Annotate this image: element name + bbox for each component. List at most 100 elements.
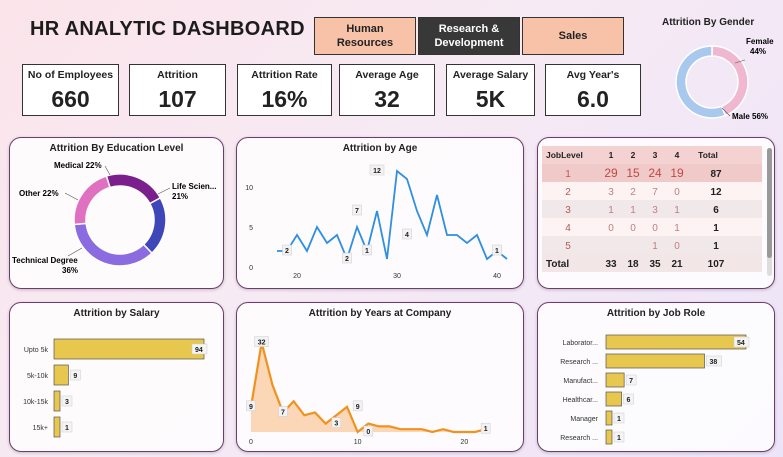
kpi-value: 660 (51, 86, 90, 112)
bar-category-label: 15k+ (33, 425, 48, 432)
dashboard-title: HR ANALYTIC DASHBOARD (30, 18, 305, 40)
joblevel-matrix: JobLevel 1 2 3 4 Total1 29 15 24 19 872 3 2 7 0 123 1 1 3 1… (542, 146, 762, 272)
age-data-label: 1 (495, 248, 499, 255)
tab-research-development[interactable]: Research & Development (418, 17, 520, 55)
table-total-label: Total (546, 259, 569, 270)
table-column-header: Total (698, 150, 718, 160)
years-xtick: 20 (460, 439, 468, 446)
kpi-value: 6.0 (577, 86, 609, 112)
donut-slice-other[interactable] (73, 175, 111, 226)
bar[interactable] (605, 372, 625, 388)
table-row-total: 6 (713, 205, 719, 216)
table-row-level: 2 (565, 187, 571, 198)
kpi-label: Avg Year's (566, 69, 620, 81)
years-xtick: 0 (249, 439, 253, 446)
bar-category-label: Research ... (560, 435, 598, 442)
bar[interactable] (53, 416, 61, 438)
bar[interactable] (605, 334, 747, 350)
donut-slice-medical[interactable] (105, 173, 162, 205)
jobrole-panel: Attrition by Job Role Laborator... 54 Rese… (537, 302, 775, 452)
age-data-label: 7 (355, 208, 359, 215)
bar[interactable] (53, 390, 61, 412)
table-cell: 1 (674, 205, 680, 216)
table-cell: 15 (626, 166, 640, 180)
years-data-label: 9 (249, 404, 253, 411)
kpi-avg-years: Avg Year's 6.0 (545, 64, 641, 116)
table-scrollbar-thumb[interactable] (767, 148, 772, 258)
table-cell: 0 (674, 187, 680, 198)
age-data-label: 2 (285, 248, 289, 255)
table-grand-total: 107 (708, 259, 725, 270)
joblevel-panel: JobLevel 1 2 3 4 Total 1 29 15 24 19 87 2 3 2 7 0 12 3 1 1 3 1… (537, 137, 775, 289)
bar-value-label: 9 (73, 373, 77, 380)
table-scrollbar[interactable] (767, 148, 772, 276)
kpi-label: Average Salary (452, 69, 529, 81)
age-ytick: 10 (245, 185, 253, 192)
kpi-attrition-rate: Attrition Rate 16% (237, 64, 332, 116)
gender-label-female: Female 44% (746, 37, 774, 56)
jobrole-bar-chart: Laborator... 54 Research ... 38 Manufact... 7… (560, 334, 750, 445)
tab-sales[interactable]: Sales (522, 17, 624, 55)
age-series-line[interactable] (277, 169, 508, 262)
table-row-total: 87 (710, 169, 722, 180)
bar-value-label: 1 (65, 425, 69, 432)
table-column-header: 1 (609, 150, 614, 160)
bar-value-label: 1 (617, 416, 621, 423)
table-column-header: 4 (675, 150, 680, 160)
bar-value-label: 94 (195, 347, 203, 354)
bar-value-label: 6 (627, 397, 631, 404)
tab-human-resources[interactable]: Human Resources (314, 17, 416, 55)
kpi-label: Average Age (355, 69, 419, 81)
salary-panel: Attrition by Salary Upto 5k 94 5k-10k 9 10k-… (9, 302, 224, 452)
bar[interactable] (53, 364, 69, 386)
donut-slice-life-sciences[interactable] (142, 196, 167, 255)
table-row-level: 3 (565, 205, 571, 216)
kpi-attrition: Attrition 107 (129, 64, 226, 116)
donut-slice-female[interactable] (711, 45, 749, 117)
donut-slice-technical-degree[interactable] (73, 222, 153, 267)
bar[interactable] (605, 410, 613, 426)
age-line-chart: 0 5 10 20 30 40 2 2 7 1 12 4 1 (245, 164, 508, 280)
table-total-cell: 33 (605, 259, 617, 270)
table-cell: 24 (648, 166, 662, 180)
bar-category-label: Upto 5k (24, 347, 49, 354)
table-cell: 3 (652, 205, 658, 216)
age-data-label: 12 (373, 168, 381, 175)
table-row-level: 5 (565, 241, 571, 252)
age-xtick: 40 (493, 273, 501, 280)
table-total-cell: 35 (649, 259, 661, 270)
kpi-label: Attrition Rate (251, 69, 318, 81)
age-data-label: 1 (365, 248, 369, 255)
kpi-value: 107 (158, 86, 197, 112)
gender-label-male: Male 56% (732, 112, 768, 121)
years-data-label: 32 (258, 340, 266, 347)
age-data-label: 4 (405, 232, 409, 239)
years-data-label: 3 (334, 421, 338, 428)
table-cell: 19 (670, 166, 684, 180)
years-area-fill (251, 342, 486, 432)
kpi-value: 16% (261, 86, 308, 112)
table-cell: 0 (630, 223, 636, 234)
edu-label-other: Other 22% (19, 189, 59, 198)
bar-category-label: Healthcar... (563, 397, 598, 404)
table-cell: 7 (652, 187, 658, 198)
table-row-total: 1 (713, 223, 719, 234)
bar-category-label: 10k-15k (23, 399, 48, 406)
years-xtick: 10 (354, 439, 362, 446)
salary-bar-chart: Upto 5k 94 5k-10k 9 10k-15k 3 15k+ 1 (23, 338, 208, 438)
bar-value-label: 3 (65, 399, 69, 406)
years-data-label: 9 (356, 404, 360, 411)
bar-value-label: 54 (737, 340, 745, 347)
years-data-label: 7 (281, 409, 285, 416)
table-cell: 0 (608, 223, 614, 234)
bar[interactable] (605, 429, 613, 445)
table-row-level: 1 (565, 169, 571, 180)
table-column-header: JobLevel (546, 150, 583, 160)
bar[interactable] (605, 391, 622, 407)
education-donut-chart: Medical 22% Life Scien... 21% Technical D… (12, 161, 216, 275)
bar[interactable] (53, 338, 205, 360)
table-column-header: 3 (653, 150, 658, 160)
bar[interactable] (605, 353, 705, 369)
age-xtick: 20 (293, 273, 301, 280)
table-cell: 1 (630, 205, 636, 216)
